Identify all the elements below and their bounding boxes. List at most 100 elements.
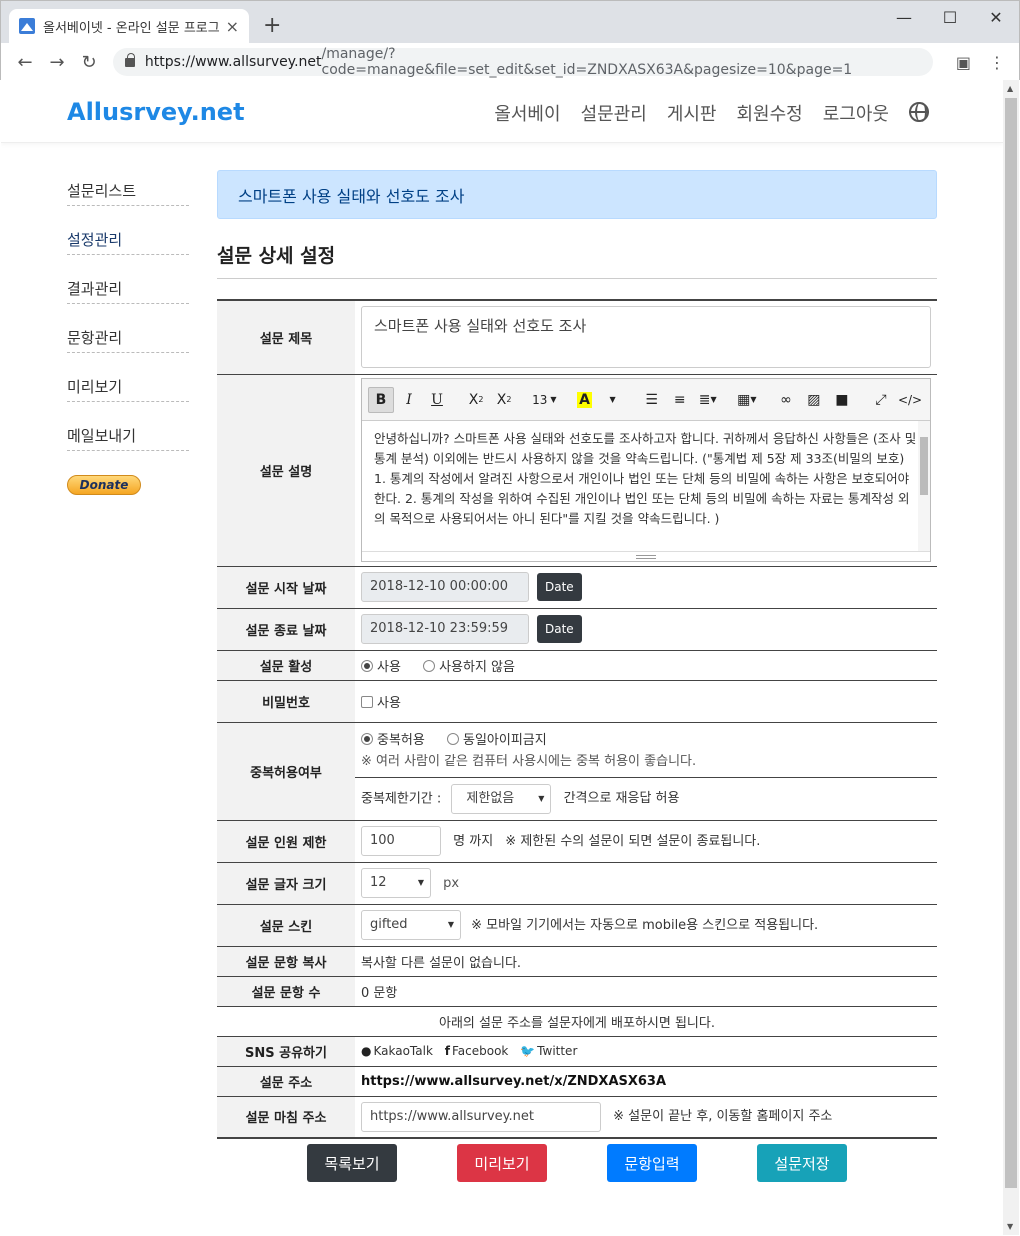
chevron-down-icon: ▼ [550, 395, 557, 404]
start-date-button[interactable]: Date [537, 573, 582, 601]
forward-icon[interactable]: → [41, 52, 73, 73]
password-use-label: 사용 [377, 695, 401, 711]
editor-toolbar: B I U X2 X2 13 ▼ A ▼ ☰ ≡ ≣ ▼ ▦ ▼ ∞ ▨ ■ ⤢… [362, 379, 930, 421]
site-header: Allusrvey.net 올서베이 설문관리 게시판 회원수정 로그아웃 [1, 80, 1003, 143]
list-button[interactable]: 목록보기 [307, 1144, 397, 1182]
site-logo[interactable]: Allusrvey.net [67, 98, 245, 126]
end-date-button[interactable]: Date [537, 615, 582, 643]
tab-title: 올서베이넷 - 온라인 설문 프로그 [43, 20, 220, 36]
sidebar-item-mail[interactable]: 메일보내기 [67, 425, 189, 451]
font-size-select[interactable]: 12 [361, 868, 431, 898]
nav-board[interactable]: 게시판 [667, 100, 717, 126]
browser-tab[interactable]: 올서베이넷 - 온라인 설문 프로그 × [9, 9, 249, 43]
save-button[interactable]: 설문저장 [757, 1144, 847, 1182]
count-value: 0 문항 [355, 976, 937, 1007]
survey-address[interactable]: https://www.allsurvey.net/x/ZNDXASX63A [355, 1066, 937, 1097]
maximize-icon[interactable]: ☐ [927, 1, 973, 33]
start-date-input[interactable]: 2018-12-10 00:00:00 [361, 572, 529, 602]
nav-logout[interactable]: 로그아웃 [823, 100, 889, 126]
editor-resize-handle[interactable] [362, 551, 930, 561]
menu-icon[interactable]: ⋮ [989, 53, 1005, 72]
subscript-button[interactable]: X2 [491, 387, 517, 413]
sidebar-item-survey-list[interactable]: 설문리스트 [67, 180, 189, 206]
underline-button[interactable]: U [424, 387, 450, 413]
bold-button[interactable]: B [368, 386, 394, 413]
label-active: 설문 활성 [217, 650, 355, 681]
bullet-list-icon[interactable]: ☰ [639, 387, 665, 413]
scroll-thumb[interactable] [1005, 98, 1017, 1188]
row-end-date: 설문 종료 날짜 2018-12-10 23:59:59 Date [217, 608, 937, 651]
back-icon[interactable]: ← [9, 52, 41, 73]
sidebar-item-preview[interactable]: 미리보기 [67, 376, 189, 402]
window-controls: — ☐ ✕ [881, 1, 1019, 33]
link-icon[interactable]: ∞ [773, 387, 799, 413]
row-title: 설문 제목 스마트폰 사용 실태와 선호도 조사 [217, 300, 937, 375]
align-icon[interactable]: ≣ ▼ [695, 387, 721, 413]
table-icon[interactable]: ▦ ▼ [734, 387, 760, 413]
editor-scrollbar[interactable] [918, 421, 930, 551]
new-tab-icon[interactable]: + [263, 13, 281, 38]
editor-body[interactable]: 안녕하십니까? 스마트폰 사용 실태와 선호도를 조사하고자 합니다. 귀하께서… [362, 421, 930, 551]
nav-allsurvey[interactable]: 올서베이 [494, 100, 560, 126]
reload-icon[interactable]: ↻ [73, 52, 105, 73]
active-nouse-label: 사용하지 않음 [439, 659, 515, 675]
italic-button[interactable]: I [396, 387, 422, 413]
donate-button[interactable]: Donate [67, 475, 141, 495]
image-icon[interactable]: ▨ [801, 387, 827, 413]
profile-icon[interactable]: ▣ [956, 53, 971, 72]
fullscreen-icon[interactable]: ⤢ [868, 387, 894, 413]
code-view-icon[interactable]: </> [896, 387, 924, 413]
sidebar-item-results[interactable]: 결과관리 [67, 278, 189, 304]
dup-allow-radio[interactable] [361, 732, 373, 745]
row-skin: 설문 스킨 gifted ※ 모바일 기기에서는 자동으로 mobile용 스킨… [217, 904, 937, 947]
limit-unit: 명 까지 [453, 833, 494, 849]
globe-icon[interactable] [909, 102, 929, 122]
text-color-button[interactable]: A [572, 387, 598, 413]
finish-url-input[interactable]: https://www.allsurvey.net [361, 1101, 601, 1132]
title-input[interactable]: 스마트폰 사용 실태와 선호도 조사 [361, 306, 931, 369]
sidebar-item-settings[interactable]: 설정관리 [67, 229, 189, 255]
password-checkbox[interactable] [361, 695, 373, 708]
close-tab-icon[interactable]: × [226, 17, 239, 36]
minimize-icon[interactable]: — [881, 1, 927, 33]
page-title: 설문 상세 설정 [217, 241, 937, 279]
address-bar[interactable]: https://www.allsurvey.net/manage/?code=m… [113, 46, 933, 78]
row-password: 비밀번호 사용 [217, 680, 937, 723]
active-nouse-radio[interactable] [423, 659, 436, 672]
row-share-note: 아래의 설문 주소를 설문자에게 배포하시면 됩니다. [217, 1006, 937, 1037]
label-end-date: 설문 종료 날짜 [217, 608, 355, 651]
sns-facebook[interactable]: Facebook [452, 1044, 508, 1058]
scroll-down-icon[interactable]: ▼ [1007, 1222, 1013, 1231]
dup-period-select[interactable]: 제한없음 [451, 783, 552, 814]
superscript-button[interactable]: X2 [463, 387, 489, 413]
dup-ip-radio[interactable] [446, 732, 459, 745]
label-finish-url: 설문 마침 주소 [217, 1096, 355, 1139]
row-copy: 설문 문항 복사 복사할 다른 설문이 없습니다. [217, 946, 937, 977]
active-use-radio[interactable] [361, 659, 373, 672]
number-list-icon[interactable]: ≡ [667, 387, 693, 413]
preview-button[interactable]: 미리보기 [457, 1144, 547, 1182]
font-size-dropdown[interactable]: 13 ▼ [530, 387, 558, 413]
label-sns: SNS 공유하기 [217, 1036, 355, 1067]
sidebar-item-questions[interactable]: 문항관리 [67, 327, 189, 353]
end-date-input[interactable]: 2018-12-10 23:59:59 [361, 614, 529, 644]
nav-member-edit[interactable]: 회원수정 [737, 100, 803, 126]
nav-survey-manage[interactable]: 설문관리 [581, 100, 647, 126]
row-start-date: 설문 시작 날짜 2018-12-10 00:00:00 Date [217, 566, 937, 609]
row-font-size: 설문 글자 크기 12 px [217, 862, 937, 905]
label-count: 설문 문항 수 [217, 976, 355, 1007]
description-editor: B I U X2 X2 13 ▼ A ▼ ☰ ≡ ≣ ▼ ▦ ▼ ∞ ▨ ■ ⤢… [361, 378, 931, 562]
question-input-button[interactable]: 문항입력 [607, 1144, 697, 1182]
font-size-unit: px [443, 875, 460, 891]
limit-input[interactable]: 100 [361, 826, 441, 856]
skin-select[interactable]: gifted [361, 910, 461, 940]
close-window-icon[interactable]: ✕ [973, 1, 1019, 33]
color-dropdown-icon[interactable]: ▼ [600, 387, 626, 413]
active-use-label: 사용 [377, 659, 401, 675]
row-active: 설문 활성 사용 사용하지 않음 [217, 650, 937, 681]
sns-kakao[interactable]: KakaoTalk [373, 1044, 432, 1058]
video-icon[interactable]: ■ [829, 387, 855, 413]
page-scrollbar[interactable]: ▲ ▼ [1003, 80, 1019, 1235]
scroll-up-icon[interactable]: ▲ [1007, 84, 1013, 93]
sns-twitter[interactable]: Twitter [537, 1044, 577, 1058]
